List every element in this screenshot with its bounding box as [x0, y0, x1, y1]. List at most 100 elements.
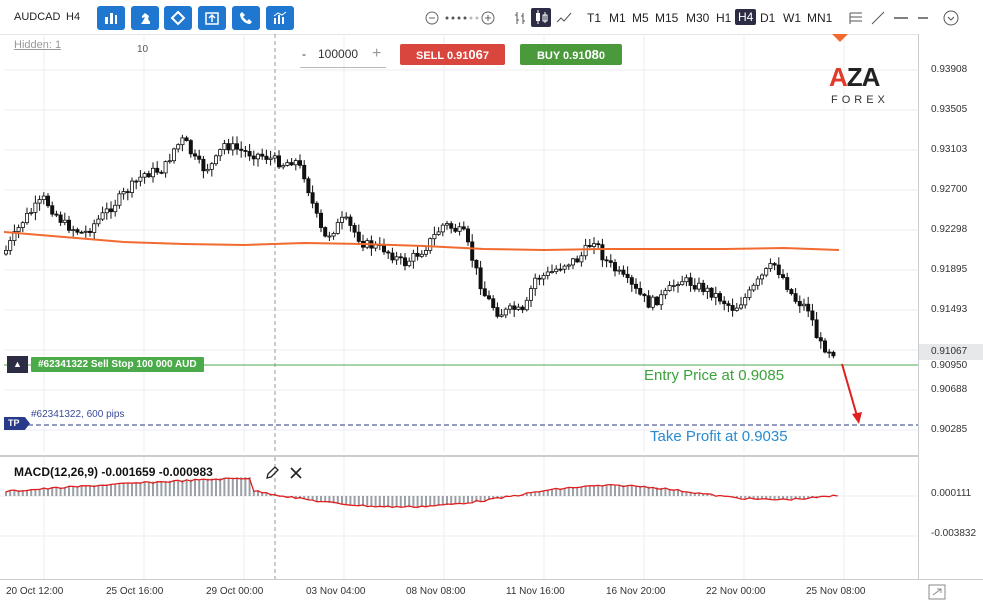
candles-type-button[interactable] [531, 8, 551, 27]
candle-body [155, 167, 160, 173]
candle-body [146, 173, 151, 178]
tf-m15[interactable]: M15 [655, 11, 678, 25]
candle-body [306, 178, 311, 194]
tf-w1[interactable]: W1 [783, 11, 801, 25]
candle-body [205, 168, 210, 172]
tp-handle[interactable]: TP [4, 417, 30, 430]
order-tag[interactable]: #62341322 Sell Stop 100 000 AUD [31, 357, 204, 372]
close-icon[interactable] [289, 466, 303, 480]
sell-button[interactable]: SELL 0.91067 [400, 44, 505, 65]
candle-body [109, 208, 114, 213]
candle-body [54, 213, 59, 216]
candle-body [478, 267, 483, 290]
candle-body [58, 214, 63, 223]
chevron-down-icon[interactable] [943, 10, 959, 26]
tf-t1[interactable]: T1 [587, 11, 601, 25]
bars-type-icon[interactable] [512, 10, 528, 26]
zoom-in-icon[interactable] [480, 10, 496, 26]
fibonacci-icon[interactable] [848, 10, 864, 26]
candle-body [230, 143, 235, 151]
price-axis[interactable]: 0.93908 0.93505 0.93103 0.92700 0.92298 … [918, 34, 983, 579]
candle-body [247, 151, 252, 157]
candle-body [125, 191, 130, 193]
order-handle[interactable]: ▲ [7, 356, 28, 373]
plus-button[interactable]: + [372, 45, 381, 63]
quantity-value[interactable]: 100000 [318, 47, 358, 61]
macd-pane[interactable]: MACD(12,26,9) -0.001659 -0.000983 [0, 455, 918, 581]
candles-icon [536, 10, 548, 24]
candle-body [726, 303, 731, 306]
period-label[interactable]: H4 [66, 11, 80, 23]
date-tick: 20 Oct 12:00 [6, 586, 64, 597]
analytics-button[interactable] [266, 6, 294, 30]
price-tick: 0.92700 [931, 184, 968, 195]
candle-body [62, 219, 67, 223]
candle-body [604, 259, 609, 262]
horizontal-line-icon[interactable] [893, 10, 909, 26]
template-button[interactable] [198, 6, 226, 30]
candle-body [634, 283, 639, 289]
bar-chart-button[interactable] [97, 6, 125, 30]
candle-body [218, 149, 223, 157]
buy-button[interactable]: BUY 0.91080 [520, 44, 622, 65]
tf-m5[interactable]: M5 [632, 11, 649, 25]
candle-body [667, 285, 672, 292]
pencil-icon[interactable] [265, 466, 279, 480]
candle-body [520, 306, 525, 311]
line-type-icon[interactable] [556, 10, 572, 26]
tf-m30[interactable]: M30 [686, 11, 709, 25]
date-tick: 25 Nov 08:00 [806, 586, 866, 597]
candle-body [495, 307, 500, 317]
analytics-icon [273, 11, 287, 24]
date-tick: 16 Nov 20:00 [606, 586, 666, 597]
candle-body [142, 173, 147, 178]
candle-body [398, 256, 403, 259]
trendline-icon[interactable] [870, 10, 886, 26]
zoom-slider-icon[interactable] [444, 10, 480, 26]
candle-body [739, 304, 744, 309]
candle-body [789, 289, 794, 295]
candle-body [755, 278, 760, 286]
candle-body [671, 285, 676, 287]
macd-label: MACD(12,26,9) -0.001659 -0.000983 [14, 465, 213, 479]
candle-body [499, 314, 504, 317]
alert-button[interactable] [232, 6, 260, 30]
tf-h1[interactable]: H1 [716, 11, 731, 25]
candle-body [579, 255, 584, 263]
date-axis[interactable]: 20 Oct 12:00 25 Oct 16:00 29 Oct 00:00 0… [0, 579, 983, 607]
candle-body [79, 231, 84, 234]
candle-body [222, 143, 227, 151]
hline-icon[interactable] [915, 10, 931, 26]
chess-knight-icon [141, 13, 150, 24]
price-tick: 0.91493 [931, 304, 968, 315]
candle-body [613, 262, 618, 272]
candle-body [600, 244, 605, 261]
candle-body [352, 225, 357, 233]
tf-d1[interactable]: D1 [760, 11, 775, 25]
candle-body [608, 260, 613, 263]
price-chart[interactable] [4, 34, 918, 452]
objects-button[interactable] [164, 6, 192, 30]
fullscreen-icon[interactable] [928, 584, 946, 600]
candle-body [629, 277, 634, 285]
zoom-out-icon[interactable] [424, 10, 440, 26]
minus-button[interactable]: - [302, 47, 306, 61]
price-tick: 0.91895 [931, 264, 968, 275]
candle-body [491, 298, 496, 308]
candle-body [457, 226, 462, 232]
candle-body [134, 180, 139, 183]
candle-body [415, 252, 420, 257]
symbol-label[interactable]: AUDCAD [14, 11, 60, 23]
tf-h4[interactable]: H4 [735, 9, 757, 25]
indicator-button[interactable] [131, 6, 159, 30]
quantity-stepper[interactable]: - 100000 + [300, 45, 386, 68]
candle-body [331, 233, 336, 237]
candle-body [117, 193, 122, 206]
tf-m1[interactable]: M1 [609, 11, 626, 25]
candle-body [831, 351, 836, 357]
candle-body [747, 289, 752, 298]
hidden-orders-link[interactable]: Hidden: 1 [14, 39, 61, 51]
tf-mn1[interactable]: MN1 [807, 11, 832, 25]
candle-body [432, 234, 437, 240]
candle-body [650, 296, 655, 308]
